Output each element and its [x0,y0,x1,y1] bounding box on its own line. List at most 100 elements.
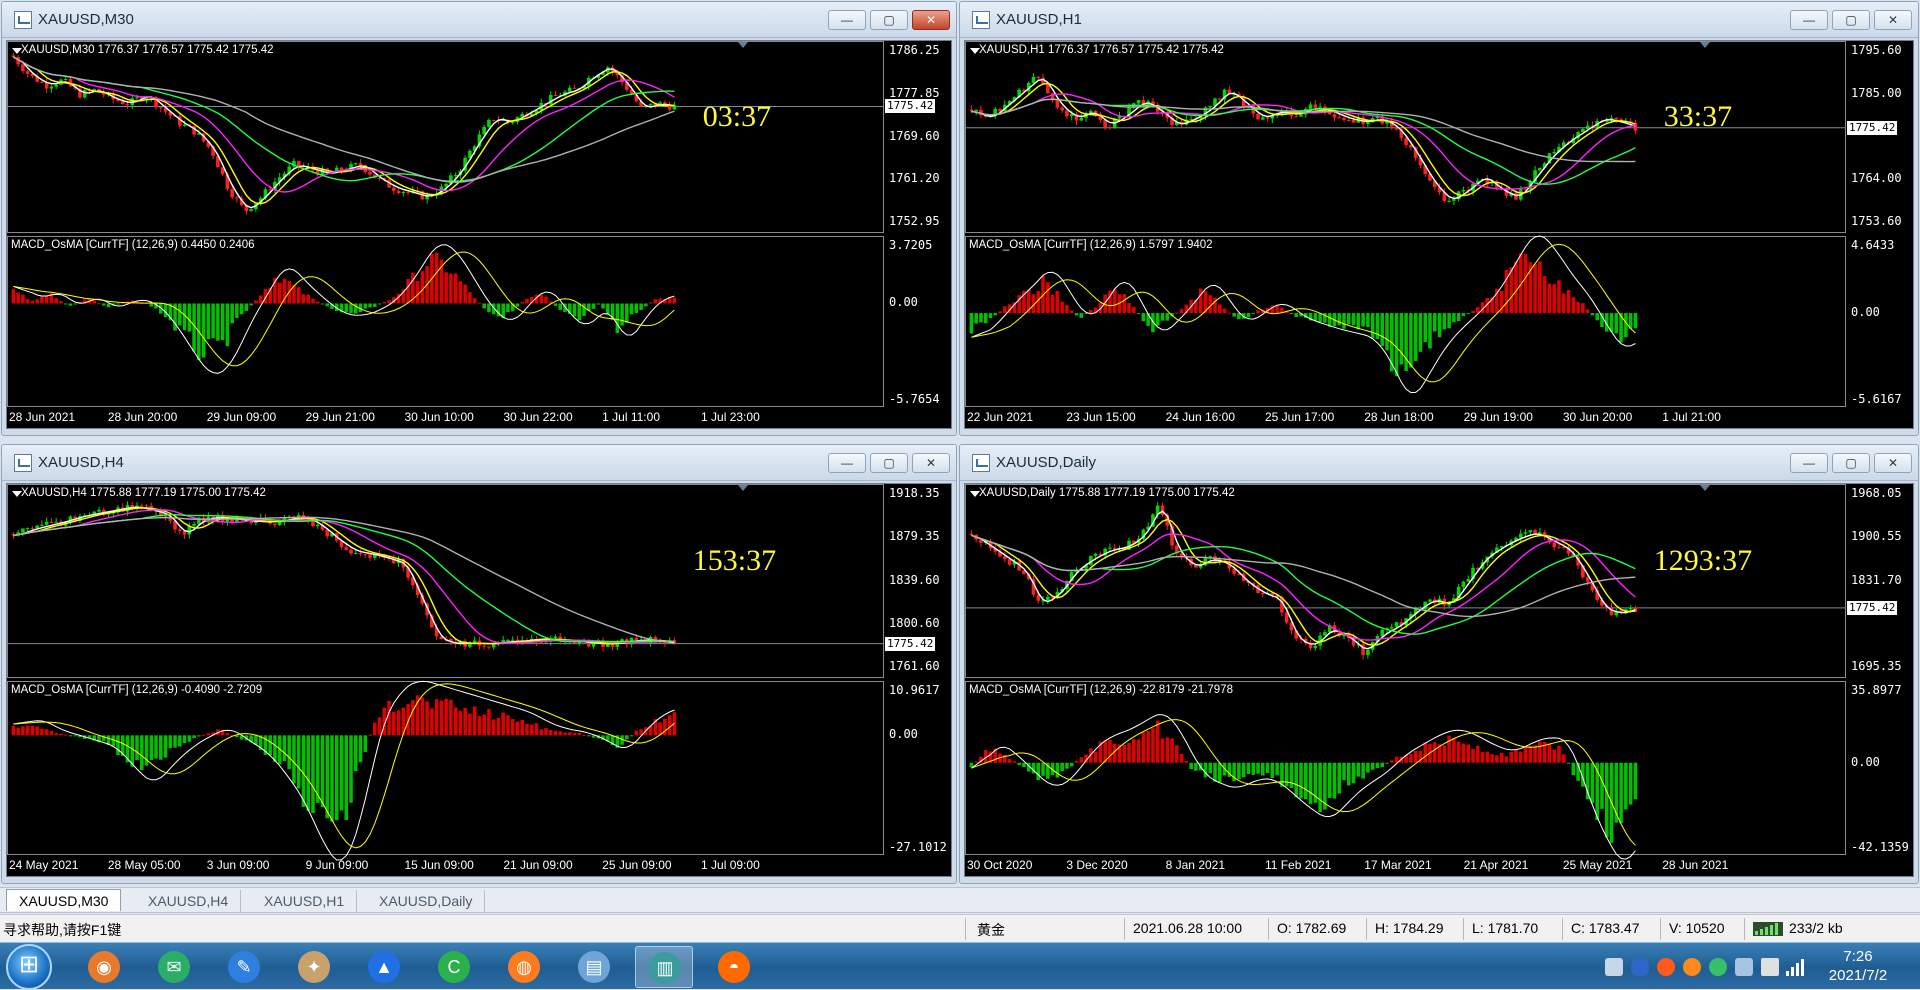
macd-histogram-bar [439,700,444,736]
chart-window-h1: XAUUSD,H1 — ▢ ✕ XAUUSD,H1 1776.37 1776.57 17… [959,1,1919,436]
current-price-label: 1775.42 [885,99,936,114]
close-button[interactable]: ✕ [912,453,950,473]
window-titlebar[interactable]: XAUUSD,H1 — ▢ ✕ [960,2,1918,38]
one-click-trade-icon[interactable] [1700,42,1710,48]
maximize-button[interactable]: ▢ [1832,453,1870,473]
maximize-button[interactable]: ▢ [1832,10,1870,30]
chart-plot-svg[interactable] [7,41,953,430]
app-fox-face-button[interactable]: ◓ [705,946,763,988]
close-button[interactable]: ✕ [1874,10,1912,30]
macd-histogram-bar [1327,313,1332,327]
metatrader-icon: ▥ [649,952,681,984]
one-click-trade-icon[interactable] [738,42,748,48]
network-bars-icon[interactable] [1785,957,1805,977]
macd-histogram-bar [1561,293,1566,314]
start-button[interactable] [6,944,52,990]
macd-histogram-bar [1299,762,1303,799]
app-notepad-button[interactable]: ▤ [565,946,623,988]
macd-histogram-bar [1184,761,1189,763]
macd-histogram-bar [387,700,391,736]
window-titlebar[interactable]: XAUUSD,H4 — ▢ ✕ [2,445,956,481]
time-axis-tick: 21 Apr 2021 [1463,858,1529,872]
app-paint-button[interactable]: ✦ [285,946,343,988]
minimize-button[interactable]: — [828,10,866,30]
shield-icon[interactable] [1631,958,1649,976]
minimize-button[interactable]: — [1790,453,1828,473]
price-axis-tick: 1831.70 [1851,572,1902,587]
chart-canvas[interactable]: XAUUSD,Daily 1775.88 1777.19 1775.00 177… [964,483,1914,877]
wechat-tray-icon[interactable] [1709,958,1727,976]
candle-body [1518,533,1523,538]
usb-icon[interactable] [1605,958,1623,976]
macd-histogram-bar [1523,253,1528,314]
flame-icon[interactable] [1657,958,1675,976]
macd-histogram-bar [311,735,315,814]
collapse-triangle-icon[interactable] [12,48,22,54]
tab-xauusd-m30[interactable]: XAUUSD,M30 [6,889,122,911]
window-titlebar[interactable]: XAUUSD,Daily — ▢ ✕ [960,445,1918,481]
candle-body [1065,110,1069,117]
candle-body [349,549,353,554]
chart-plot-svg[interactable] [7,484,953,878]
app-firefox-alt-button[interactable]: ◉ [75,946,133,988]
app-metatrader-button[interactable]: ▥ [635,946,693,988]
close-button[interactable]: ✕ [912,10,950,30]
candle-body [192,523,196,526]
maximize-button[interactable]: ▢ [870,453,908,473]
macd-histogram-bar [1485,751,1490,763]
macd-histogram-bar [487,303,491,313]
chart-canvas[interactable]: XAUUSD,H4 1775.88 1777.19 1775.00 1775.4… [6,483,952,877]
time-axis-tick: 15 Jun 09:00 [404,858,474,872]
chart-window-icon[interactable] [14,11,32,29]
fox-icon[interactable] [1683,958,1701,976]
volume-muted-icon[interactable] [1761,958,1779,976]
chart-symbol-header: XAUUSD,M30 1776.37 1776.57 1775.42 1775.… [21,44,274,56]
macd-histogram-bar [16,727,20,736]
chart-plot-svg[interactable] [965,484,1915,878]
macd-histogram-bar [225,303,230,347]
candle-body [1346,119,1351,121]
maximize-button[interactable]: ▢ [870,10,908,30]
tab-xauusd-h4[interactable]: XAUUSD,H4 [136,890,242,912]
app-firefox-button[interactable]: ◍ [495,946,553,988]
chart-canvas[interactable]: XAUUSD,H1 1776.37 1776.57 1775.42 1775.4… [964,40,1914,429]
app-tencent-meeting-button[interactable]: ▲ [355,946,413,988]
collapse-triangle-icon[interactable] [970,48,980,54]
app-edit-button[interactable]: ✎ [215,946,273,988]
macd-histogram-bar [596,303,601,305]
macd-histogram-bar [1108,739,1112,763]
macd-histogram-bar [482,303,486,309]
tab-xauusd-h1[interactable]: XAUUSD,H1 [252,890,358,912]
macd-axis-tick: 10.9617 [889,683,940,697]
macd-histogram-bar [225,733,230,736]
chart-window-icon[interactable] [972,454,990,472]
macd-histogram-bar [1327,762,1332,799]
macd-histogram-bar [653,299,658,304]
close-button[interactable]: ✕ [1874,453,1912,473]
minimize-button[interactable]: — [828,453,866,473]
macd-histogram-bar [1413,313,1418,361]
macd-histogram-bar [1461,313,1466,317]
collapse-triangle-icon[interactable] [970,491,980,497]
status-traffic: 233/2 kb [1789,920,1843,936]
macd-histogram-bar [1518,751,1523,763]
macd-histogram-bar [648,302,653,304]
app-wechat-button[interactable]: ✉ [145,946,203,988]
monitor-icon[interactable] [1735,958,1753,976]
chart-window-icon[interactable] [972,11,990,29]
window-titlebar[interactable]: XAUUSD,M30 — ▢ ✕ [2,2,956,38]
macd-histogram-bar [116,303,120,305]
macd-histogram-bar [1065,305,1069,314]
app-green-c-button[interactable]: C [425,946,483,988]
chart-canvas[interactable]: XAUUSD,M30 1776.37 1776.57 1775.42 1775.… [6,40,952,429]
chart-plot-svg[interactable] [965,41,1915,430]
one-click-trade-icon[interactable] [738,485,748,491]
chart-window-icon[interactable] [14,454,32,472]
one-click-trade-icon[interactable] [1700,485,1710,491]
taskbar-clock[interactable]: 7:26 2021/7/2 [1808,947,1908,985]
tab-xauusd-daily[interactable]: XAUUSD,Daily [367,890,486,912]
status-profile[interactable]: 黄金 [977,920,1005,940]
collapse-triangle-icon[interactable] [12,491,22,497]
minimize-button[interactable]: — [1790,10,1828,30]
macd-histogram-bar [320,303,325,305]
